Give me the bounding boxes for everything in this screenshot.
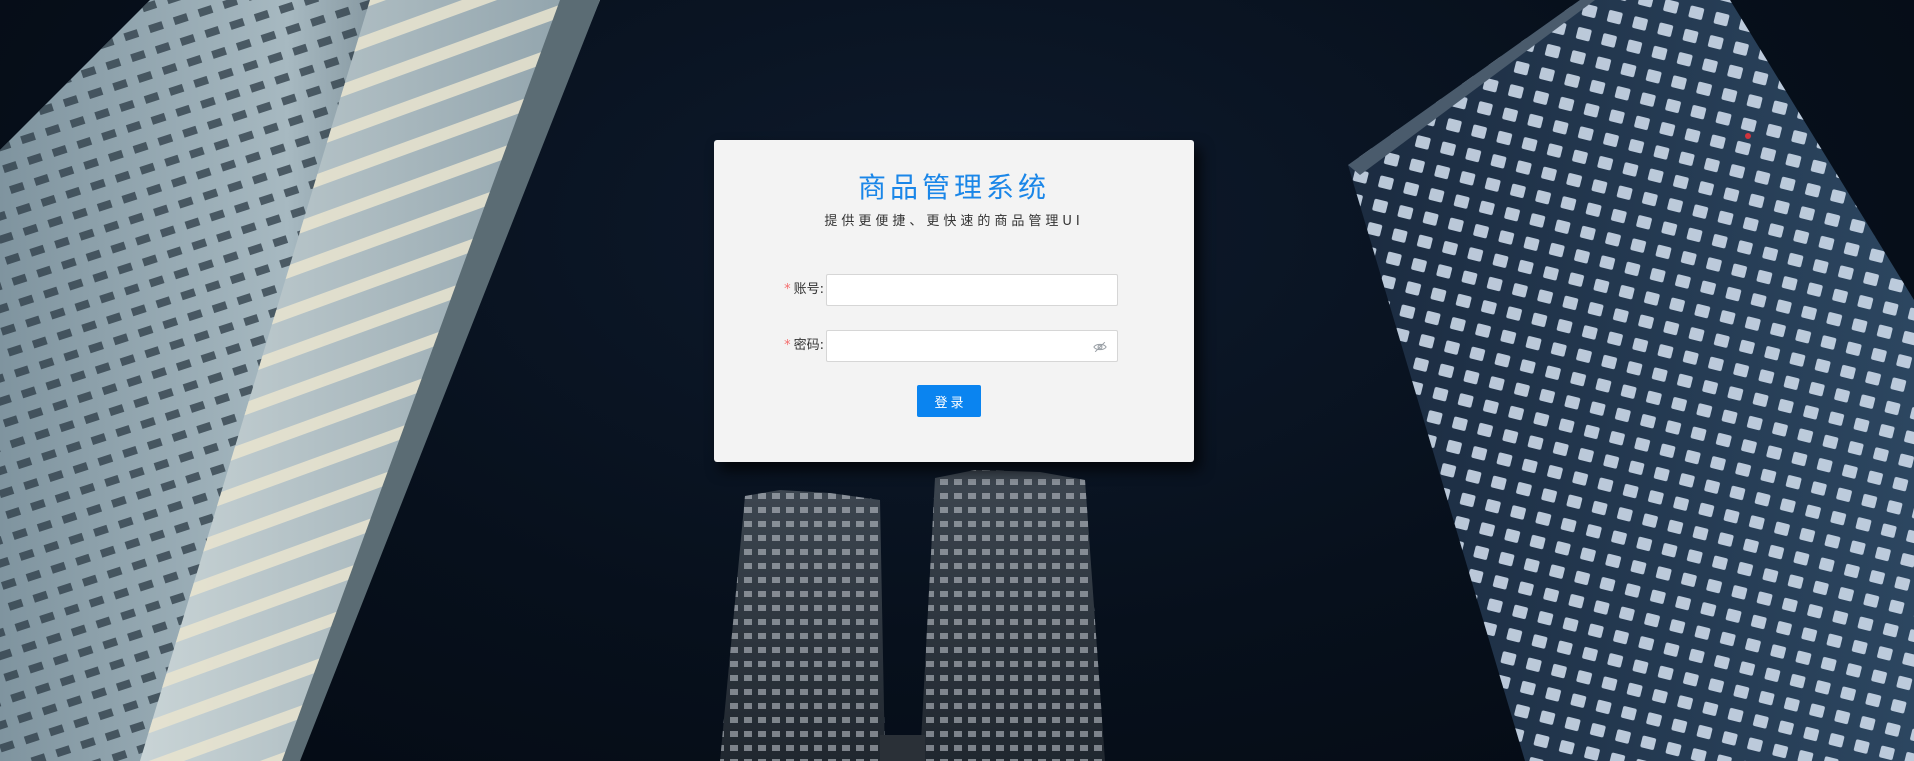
account-form-row: * 账号:	[714, 274, 1194, 306]
required-mark: *	[784, 282, 791, 297]
required-mark: *	[784, 338, 791, 353]
password-input[interactable]	[827, 331, 1117, 361]
app-title: 商品管理系统	[857, 171, 1050, 204]
password-form-row: * 密码:	[714, 330, 1194, 362]
account-input-wrapper	[826, 274, 1118, 306]
account-input[interactable]	[827, 275, 1117, 305]
account-label: * 账号:	[784, 274, 824, 306]
login-button[interactable]: 登录	[917, 385, 981, 417]
login-page: 商品管理系统 提供更便捷、更快速的商品管理UI * 账号: * 密码: 登录	[0, 0, 1914, 761]
password-label: * 密码:	[784, 330, 824, 362]
account-label-text: 账号:	[793, 282, 824, 297]
eye-hidden-icon[interactable]	[1093, 340, 1107, 354]
password-input-wrapper	[826, 330, 1118, 362]
password-label-text: 密码:	[793, 338, 824, 353]
app-subtitle: 提供更便捷、更快速的商品管理UI	[824, 214, 1084, 229]
login-card: 商品管理系统 提供更便捷、更快速的商品管理UI * 账号: * 密码: 登录	[714, 140, 1194, 462]
